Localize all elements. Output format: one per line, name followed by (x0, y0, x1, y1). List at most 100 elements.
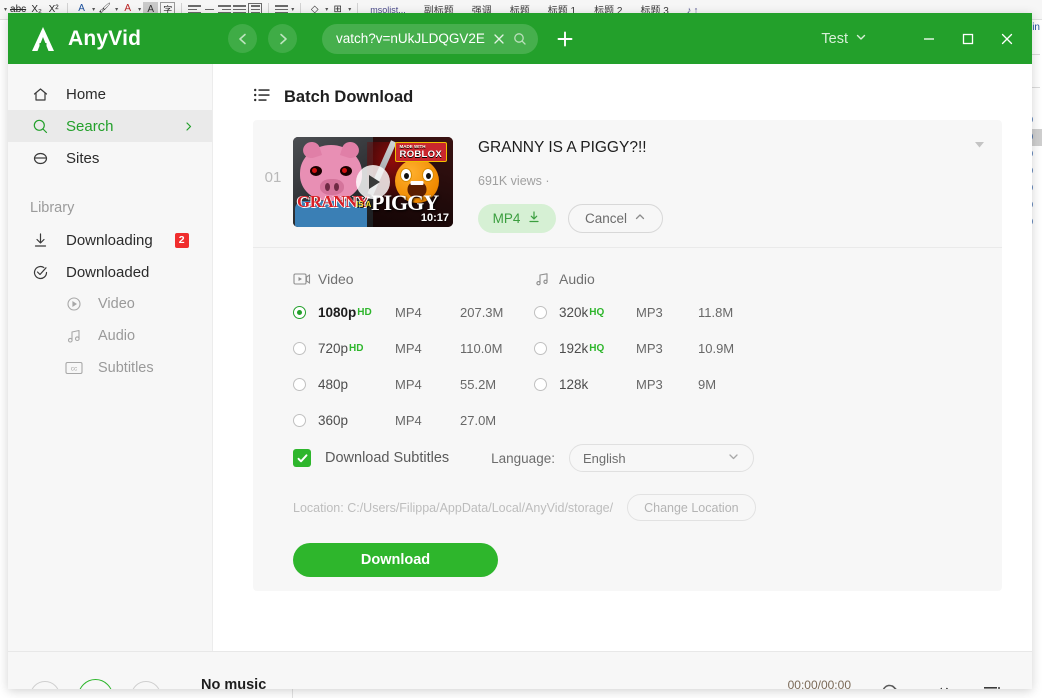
video-format-720p: MP4 (395, 340, 422, 356)
ribbon-caret-icon: ▾ (4, 7, 8, 13)
grid-empty (559, 402, 636, 438)
radio-indicator (534, 341, 547, 355)
thumbnail-title-part2: IS A (356, 200, 372, 209)
video-radio-480p[interactable] (293, 366, 318, 402)
play-icon[interactable] (356, 165, 390, 199)
chevron-down-icon[interactable]: ▾ (138, 6, 141, 13)
sidebar-item-home[interactable]: Home (8, 78, 212, 110)
video-radio-360p[interactable] (293, 402, 318, 438)
sidebar-item-video[interactable]: Video (8, 288, 212, 320)
sidebar-item-label: Search (66, 117, 114, 135)
format-grid: Video Audio 1080p HD MP4 207.3M 320k HQ … (293, 264, 1002, 438)
radio-indicator (534, 377, 547, 391)
forward-button[interactable] (268, 24, 297, 53)
sidebar-item-sites[interactable]: Sites (8, 142, 212, 174)
video-size-360p: 27.0M (460, 412, 497, 428)
audio-format-128k: MP3 (636, 376, 663, 392)
back-button[interactable] (228, 24, 257, 53)
player-info: No music 00:00/00:00 (201, 677, 851, 689)
download-icon (30, 232, 50, 249)
download-button[interactable]: Download (293, 543, 498, 577)
collapse-toggle[interactable] (973, 138, 986, 151)
page-title: Batch Download (284, 88, 414, 106)
downloading-count-badge: 2 (174, 232, 189, 248)
search-icon[interactable] (513, 32, 527, 46)
radio-indicator (293, 413, 306, 427)
background-edge-text: in (1032, 22, 1040, 33)
sidebar-item-label: Video (98, 296, 135, 312)
audio-format-320k: MP3 (636, 304, 663, 320)
sidebar-item-label: Downloading (66, 231, 153, 249)
grid-empty (636, 402, 698, 438)
audio-radio-192k[interactable] (534, 330, 559, 366)
audio-size-320k: 11.8M (698, 304, 734, 320)
video-quality-720p: 720p HD (318, 340, 364, 356)
check-icon (297, 453, 307, 462)
audio-column-header: Audio (559, 271, 595, 287)
url-input[interactable]: vatch?v=nUkJLDQGV2E (322, 23, 538, 54)
language-value: English (582, 450, 626, 466)
video-views: 691K views · (478, 174, 550, 188)
titlebar-right-group: Test (821, 24, 1032, 54)
download-card: 01 MADE WITH ROBLOX GRANNY IS A PIGGY 10… (253, 120, 1002, 591)
sidebar-item-label: Audio (98, 328, 136, 344)
sidebar-item-subtitles[interactable]: cc Subtitles (8, 352, 212, 384)
card-meta: GRANNY IS A PIGGY?!! 691K views · MP4 Ca… (453, 137, 1002, 233)
navigation-buttons (228, 24, 308, 53)
window-body: Home Search Sites Library Downloading 2 … (8, 64, 1032, 651)
radio-indicator (293, 377, 306, 391)
format-badge-mp4[interactable]: MP4 (478, 204, 556, 233)
video-format-1080p: MP4 (395, 304, 422, 320)
sidebar-item-downloading[interactable]: Downloading 2 (8, 224, 212, 256)
chevron-down-icon[interactable]: ▾ (348, 6, 351, 13)
download-icon (527, 210, 541, 227)
sidebar-item-downloaded[interactable]: Downloaded (8, 256, 212, 288)
volume-icon[interactable] (930, 683, 952, 689)
video-thumbnail[interactable]: MADE WITH ROBLOX GRANNY IS A PIGGY 10:17 (293, 137, 453, 227)
audio-size-128k: 9M (698, 376, 717, 392)
audio-radio-320k[interactable] (534, 294, 559, 330)
language-label: Language: (491, 450, 555, 466)
radio-indicator (293, 341, 306, 355)
repeat-icon[interactable] (879, 683, 900, 689)
video-format-360p: MP4 (395, 412, 422, 428)
url-clear-icon[interactable] (493, 33, 505, 45)
player-track-name: No music (201, 677, 267, 689)
chevron-down-icon[interactable]: ▾ (92, 6, 95, 13)
cancel-button-label: Cancel (585, 211, 628, 226)
grid-empty (534, 402, 559, 438)
chevron-down-icon[interactable]: ▾ (115, 6, 118, 13)
search-icon (30, 118, 50, 135)
language-select[interactable]: English (568, 444, 754, 472)
previous-track-button[interactable] (30, 681, 60, 689)
player-top-row: No music 00:00/00:00 (201, 677, 851, 689)
audio-radio-128k[interactable] (534, 366, 559, 402)
title-bar: AnyVid vatch?v=nUkJLDQGV2E Test (8, 13, 1032, 64)
video-radio-1080p[interactable] (293, 294, 318, 330)
playlist-icon[interactable] (982, 683, 1004, 689)
chevron-right-icon (183, 121, 194, 132)
download-subtitles-checkbox[interactable] (293, 449, 311, 467)
play-button[interactable] (78, 678, 113, 689)
sidebar-item-search[interactable]: Search (8, 110, 212, 142)
card-actions: MP4 Cancel (478, 204, 1002, 233)
sidebar-item-audio[interactable]: Audio (8, 320, 212, 352)
maximize-button[interactable] (953, 24, 983, 54)
cancel-button[interactable]: Cancel (568, 204, 664, 233)
chevron-down-icon[interactable]: ▾ (325, 6, 328, 13)
change-location-button[interactable]: Change Location (627, 494, 756, 521)
video-format-480p: MP4 (395, 376, 422, 392)
next-track-button[interactable] (131, 681, 161, 689)
play-circle-icon (64, 296, 83, 312)
video-duration: 10:17 (420, 212, 449, 224)
account-menu[interactable]: Test (821, 30, 867, 48)
audio-format-192k: MP3 (636, 340, 663, 356)
audio-quality-128k: 128k (559, 376, 589, 392)
chevron-down-icon[interactable]: ▾ (291, 6, 294, 13)
minimize-button[interactable] (914, 24, 944, 54)
add-tab-button[interactable] (552, 26, 578, 52)
video-radio-720p[interactable] (293, 330, 318, 366)
video-quality-360p: 360p (318, 412, 349, 428)
close-button[interactable] (992, 24, 1022, 54)
radio-indicator (293, 305, 306, 319)
